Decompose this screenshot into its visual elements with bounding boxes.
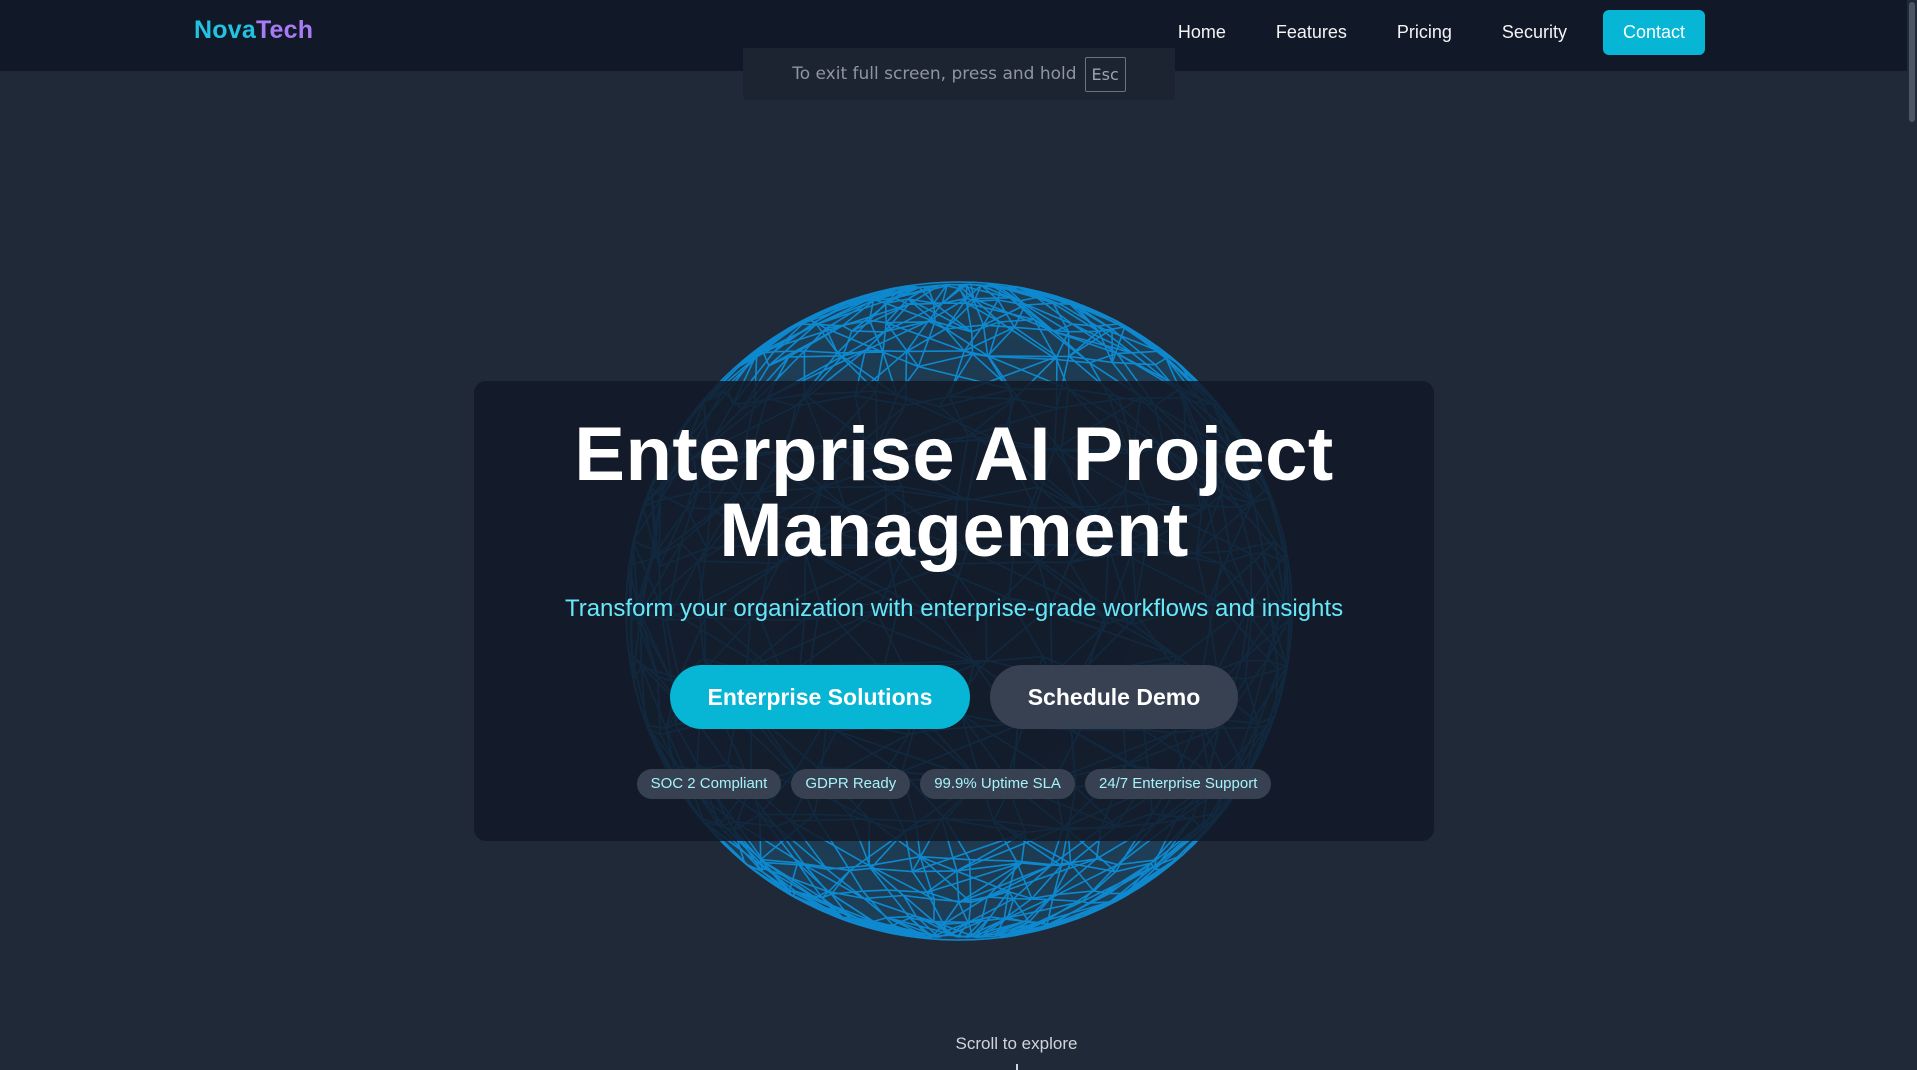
hero-buttons: Enterprise Solutions Schedule Demo (474, 665, 1434, 729)
hero-title-line2: Management (719, 488, 1189, 573)
hero-title-line1: Enterprise AI Project (574, 412, 1334, 497)
brand-logo-part2: Tech (255, 16, 314, 44)
scrollbar-thumb[interactable] (1909, 2, 1915, 122)
hero-subtitle: Transform your organization with enterpr… (564, 595, 1344, 622)
badge-support: 24/7 Enterprise Support (1084, 769, 1272, 799)
hero-card: Enterprise AI Project Management Transfo… (474, 381, 1434, 841)
hero-title: Enterprise AI Project Management (474, 417, 1434, 569)
nav-link-features[interactable]: Features (1276, 22, 1347, 43)
badge-uptime: 99.9% Uptime SLA (920, 769, 1075, 799)
schedule-demo-button[interactable]: Schedule Demo (990, 665, 1238, 729)
scroll-hint: Scroll to explore (955, 1034, 1078, 1053)
enterprise-solutions-button[interactable]: Enterprise Solutions (670, 665, 970, 729)
nav-link-pricing[interactable]: Pricing (1397, 22, 1452, 43)
brand-logo-part1: Nova (194, 16, 256, 44)
nav-link-security[interactable]: Security (1502, 22, 1567, 43)
contact-button[interactable]: Contact (1602, 9, 1705, 55)
esc-key-hint: Esc (1084, 56, 1126, 92)
fullscreen-notice-text: To exit full screen, press and hold (792, 64, 1077, 84)
nav-link-home[interactable]: Home (1178, 22, 1226, 43)
page: NovaTech Home Features Pricing Security … (0, 0, 1917, 1070)
badge-gdpr: GDPR Ready (791, 769, 911, 799)
compliance-badges: SOC 2 Compliant GDPR Ready 99.9% Uptime … (474, 769, 1434, 799)
scroll-indicator-line (1016, 1064, 1018, 1070)
brand-logo[interactable]: NovaTech (194, 16, 313, 45)
nav-links: Home Features Pricing Security Contact (1128, 9, 1705, 55)
badge-soc2: SOC 2 Compliant (636, 769, 782, 799)
page-scrollbar[interactable] (1907, 0, 1917, 1070)
fullscreen-exit-notice: To exit full screen, press and hold Esc (743, 48, 1175, 100)
